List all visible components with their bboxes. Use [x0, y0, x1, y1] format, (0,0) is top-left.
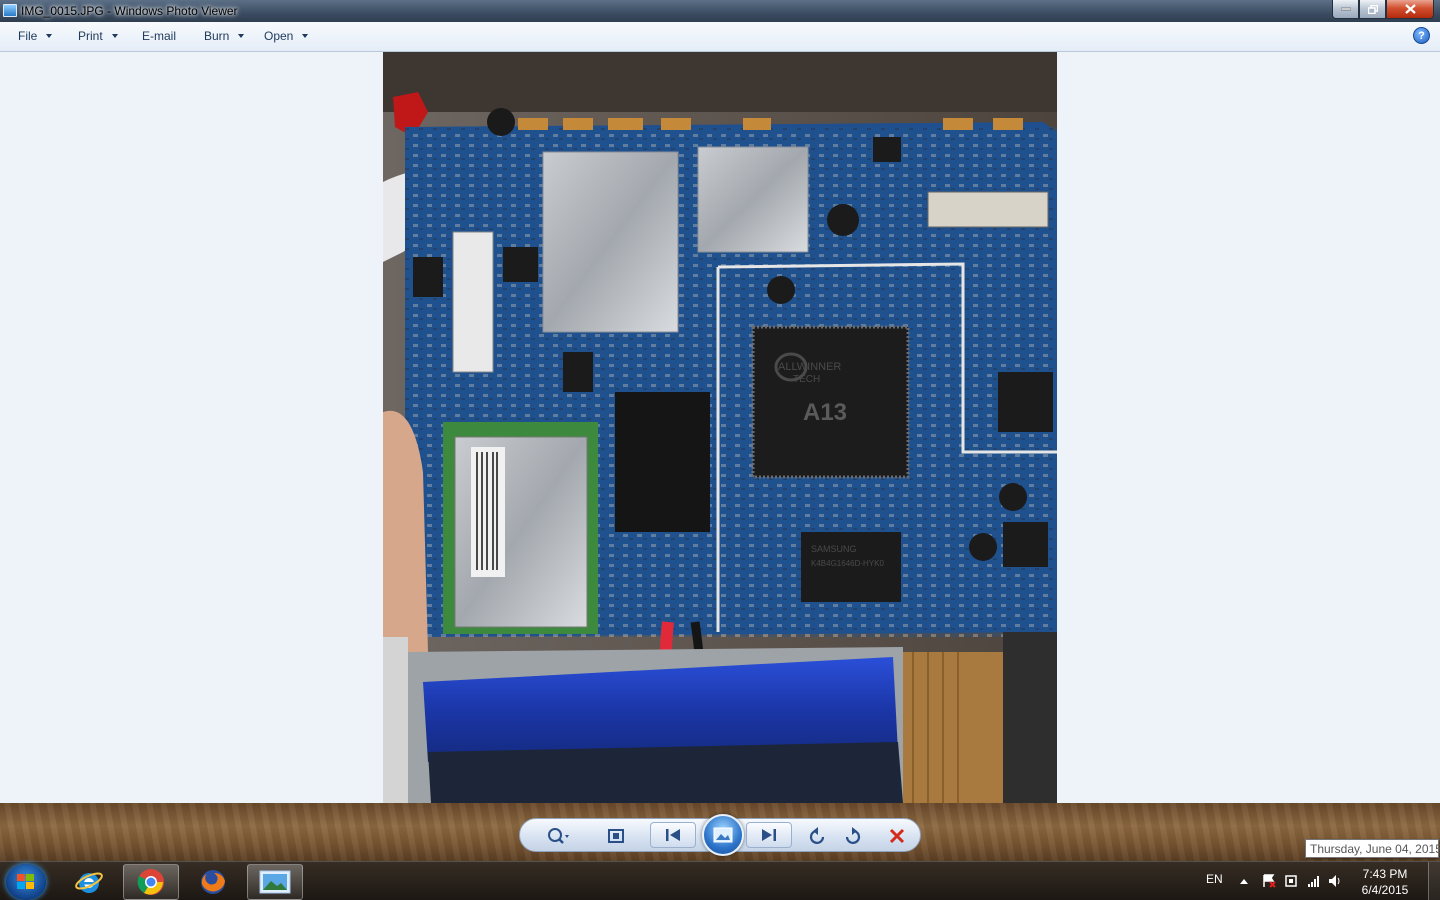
taskbar: EN 7:43 PM 6/4/2015 [0, 861, 1440, 900]
action-center-icon[interactable] [1262, 874, 1276, 888]
taskbar-firefox[interactable] [185, 864, 241, 900]
chip-brand-text: ALLWINNER [778, 361, 841, 373]
next-button[interactable] [746, 822, 792, 848]
actual-size-icon [608, 829, 624, 843]
menu-email[interactable]: E-mail [142, 29, 176, 43]
volume-icon[interactable] [1328, 874, 1342, 888]
window-title: IMG_0015.JPG - Windows Photo Viewer [21, 4, 238, 18]
delete-icon [889, 828, 905, 844]
slideshow-icon [713, 827, 733, 843]
clock[interactable]: 7:43 PM 6/4/2015 [1345, 866, 1425, 898]
restore-icon [1367, 4, 1378, 14]
title-bar: IMG_0015.JPG - Windows Photo Viewer [0, 0, 1440, 22]
photo-image: ALLWINNER TECH A13 SAMSUNG K4B4G1646D-HY… [383, 52, 1057, 803]
ram-brand-text: SAMSUNG [811, 544, 857, 554]
rotate-clockwise-button[interactable] [840, 825, 864, 847]
date-tooltip: Thursday, June 04, 2015 [1305, 839, 1440, 858]
chevron-down-icon [46, 34, 53, 38]
rotate-counterclockwise-button[interactable] [806, 825, 830, 847]
menu-bar: File Print E-mail Burn Open ? [0, 22, 1440, 52]
taskbar-photo-viewer[interactable] [247, 864, 303, 900]
menu-burn[interactable]: Burn [204, 29, 245, 43]
controls-bar [0, 803, 1440, 861]
chevron-down-icon [302, 34, 309, 38]
slideshow-button[interactable] [702, 814, 744, 856]
actual-size-button[interactable] [604, 825, 628, 847]
rotate-counterclockwise-icon [809, 827, 825, 844]
restore-button[interactable] [1359, 0, 1386, 19]
taskbar-chrome[interactable] [123, 864, 179, 900]
chevron-down-icon [111, 34, 118, 38]
close-icon [1404, 4, 1416, 14]
chevron-down-icon [238, 34, 245, 38]
clock-time: 7:43 PM [1362, 867, 1408, 881]
previous-button[interactable] [650, 822, 696, 848]
pcb-photo: ALLWINNER TECH A13 SAMSUNG K4B4G1646D-HY… [383, 52, 1057, 803]
internet-explorer-icon [75, 872, 103, 893]
previous-icon [666, 829, 680, 841]
firefox-icon [201, 870, 225, 894]
ram-model-text: K4B4G1646D-HYK0 [811, 559, 884, 568]
menu-print[interactable]: Print [78, 29, 118, 43]
taskbar-internet-explorer[interactable] [61, 864, 117, 900]
menu-open[interactable]: Open [264, 29, 309, 43]
chrome-icon [137, 869, 164, 895]
network-adapter-icon[interactable] [1284, 874, 1298, 888]
minimize-icon [1340, 7, 1351, 11]
window-controls [1332, 0, 1434, 19]
photo-viewport: ALLWINNER TECH A13 SAMSUNG K4B4G1646D-HY… [0, 52, 1440, 803]
start-button[interactable] [6, 864, 46, 900]
close-button[interactable] [1386, 0, 1434, 19]
show-desktop-button[interactable] [1428, 862, 1440, 900]
playback-controls [519, 814, 921, 856]
help-icon[interactable]: ? [1413, 27, 1430, 44]
signal-icon[interactable] [1307, 874, 1321, 888]
zoom-button[interactable] [546, 825, 570, 847]
menu-file[interactable]: File [18, 29, 53, 43]
language-indicator[interactable]: EN [1206, 872, 1223, 886]
rotate-clockwise-icon [845, 827, 861, 844]
next-icon [762, 829, 776, 841]
clock-date: 6/4/2015 [1361, 883, 1409, 897]
photo-viewer-icon[interactable] [3, 4, 17, 17]
windows-logo-icon [17, 874, 35, 890]
minimize-button[interactable] [1332, 0, 1359, 19]
show-hidden-icons-icon[interactable] [1240, 879, 1248, 884]
chip-model-text: A13 [803, 399, 847, 426]
photo-viewer-icon [259, 870, 291, 894]
zoom-icon [548, 828, 569, 844]
delete-button[interactable] [885, 825, 909, 847]
